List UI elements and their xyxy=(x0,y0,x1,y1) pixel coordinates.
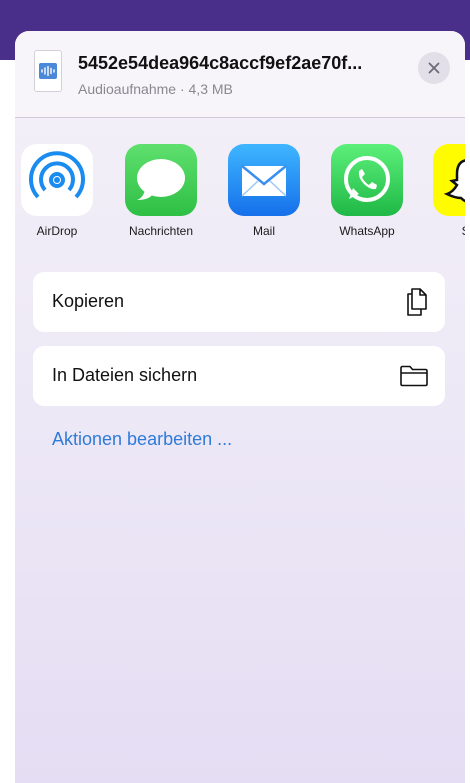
messages-icon xyxy=(125,144,197,216)
close-icon xyxy=(428,62,440,74)
audio-file-icon xyxy=(34,50,62,92)
mail-icon xyxy=(228,144,300,216)
app-snapchat[interactable]: Sn xyxy=(417,144,465,238)
action-copy[interactable]: Kopieren xyxy=(33,272,445,332)
action-label: Kopieren xyxy=(52,291,125,311)
share-sheet-screen: 5452e54dea964c8accf9ef2ae70f... Audioauf… xyxy=(0,0,470,783)
snapchat-icon xyxy=(433,144,465,216)
app-label: Sn xyxy=(417,224,465,238)
edit-actions-link[interactable]: Aktionen bearbeiten ... xyxy=(52,429,232,450)
app-airdrop[interactable]: AirDrop xyxy=(15,144,109,238)
app-label: Nachrichten xyxy=(128,224,194,238)
app-whatsapp[interactable]: WhatsApp xyxy=(315,144,419,238)
action-save-to-files[interactable]: In Dateien sichern xyxy=(33,346,445,406)
action-label: In Dateien sichern xyxy=(52,365,198,385)
airdrop-icon xyxy=(21,144,93,216)
app-label: Mail xyxy=(252,224,275,238)
copy-icon xyxy=(407,288,427,316)
file-meta: Audioaufnahme · 4,3 MB xyxy=(78,81,233,97)
share-header: 5452e54dea964c8accf9ef2ae70f... Audioauf… xyxy=(15,31,465,118)
app-label: AirDrop xyxy=(36,224,78,238)
whatsapp-icon xyxy=(331,144,403,216)
app-messages[interactable]: Nachrichten xyxy=(109,144,213,238)
app-label: WhatsApp xyxy=(339,224,395,238)
close-button[interactable] xyxy=(418,52,450,84)
folder-icon xyxy=(400,365,428,387)
app-mail[interactable]: Mail xyxy=(212,144,316,238)
share-sheet: 5452e54dea964c8accf9ef2ae70f... Audioauf… xyxy=(15,31,465,783)
file-name: 5452e54dea964c8accf9ef2ae70f... xyxy=(78,53,363,73)
app-row: AirDrop Nachrichten Mail WhatsApp xyxy=(15,144,465,254)
